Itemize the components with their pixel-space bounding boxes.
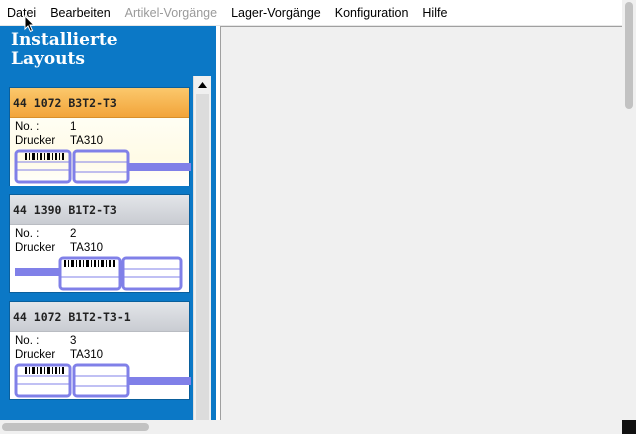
window-vertical-scrollbar[interactable] [622, 0, 636, 420]
label-layout-preview [15, 256, 183, 291]
menu-konfiguration[interactable]: Konfiguration [328, 0, 416, 26]
layout-content-area [220, 26, 622, 420]
layout-name: 44 1072 B1T2-T3-1 [10, 302, 189, 332]
menu-datei[interactable]: Datei [0, 0, 43, 26]
panel-title-line2: Layouts [11, 49, 85, 69]
scrollbar-corner [622, 420, 636, 434]
layout-list-scrollbar[interactable] [193, 76, 211, 420]
layout-name: 44 1072 B3T2-T3 [10, 88, 189, 118]
barcode-icon [25, 153, 64, 160]
scroll-thumb[interactable] [196, 94, 209, 420]
layout-name: 44 1390 B1T2-T3 [10, 195, 189, 225]
label-layout-preview [14, 149, 191, 184]
vertical-scroll-thumb[interactable] [625, 2, 633, 109]
scroll-up-arrow-icon[interactable] [194, 76, 211, 94]
horizontal-scroll-thumb[interactable] [2, 423, 149, 431]
menu-bearbeiten[interactable]: Bearbeiten [43, 0, 117, 26]
label-layout-preview [14, 363, 191, 398]
panel-title: Installierte Layouts [11, 31, 191, 69]
layout-details: No. :3 Drucker TA310 [10, 332, 191, 400]
barcode-icon [64, 260, 115, 267]
barcode-icon [25, 367, 64, 374]
layout-card[interactable]: 44 1072 B1T2-T3-1 No. :3 Drucker TA310 [9, 301, 191, 400]
panel-title-line1: Installierte [11, 30, 118, 50]
layout-card[interactable]: 44 1072 B3T2-T3 No. :1 Drucker TA310 [9, 87, 191, 186]
layout-card[interactable]: 44 1390 B1T2-T3 No. :2 Drucker TA310 [9, 194, 190, 293]
menu-lager-vorgaenge[interactable]: Lager-Vorgänge [224, 0, 328, 26]
menu-hilfe[interactable]: Hilfe [415, 0, 454, 26]
layout-details: No. :1 Drucker TA310 [10, 118, 191, 186]
layout-details: No. :2 Drucker TA310 [10, 225, 189, 293]
installed-layouts-panel: Installierte Layouts 44 1072 B3T2-T3 No.… [0, 26, 216, 420]
mouse-cursor-icon [24, 15, 36, 33]
menu-bar: Datei Bearbeiten Artikel-Vorgänge Lager-… [0, 0, 622, 26]
menu-artikel-vorgaenge: Artikel-Vorgänge [124, 5, 218, 20]
window-horizontal-scrollbar[interactable] [0, 420, 622, 434]
